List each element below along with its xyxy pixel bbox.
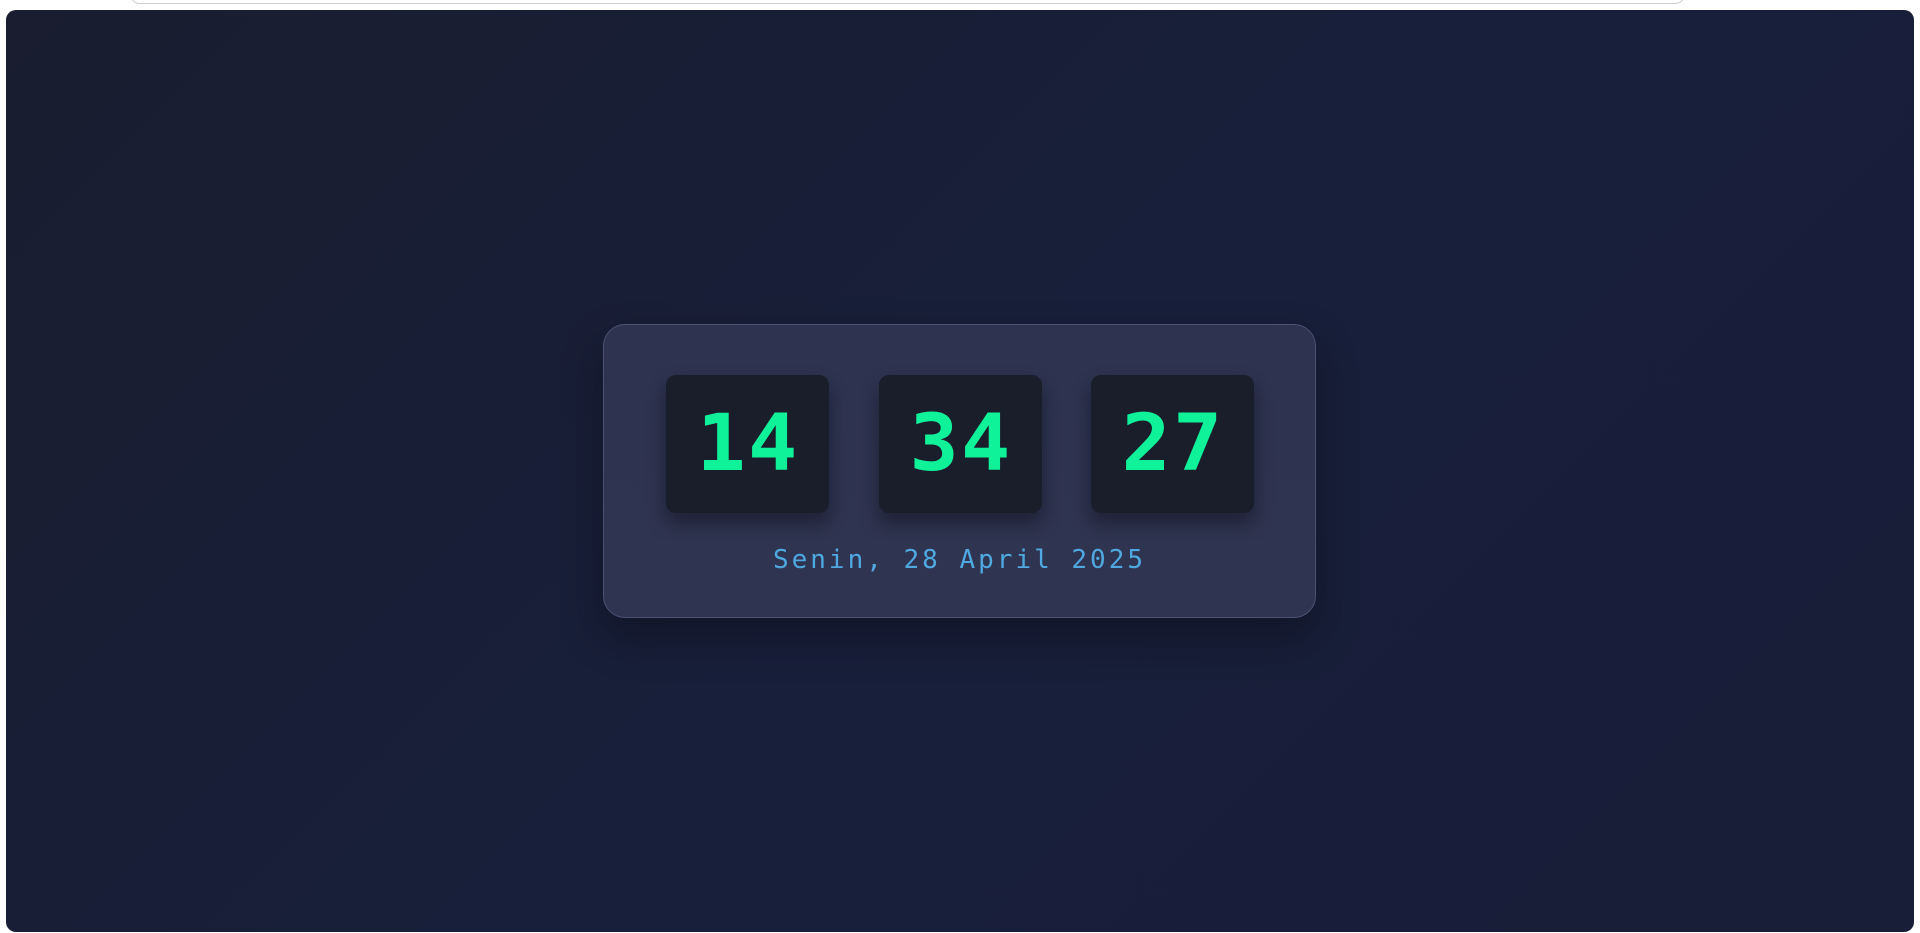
clock-card: 14 34 27 Senin, 28 April 2025 — [603, 324, 1316, 618]
date-label: Senin, 28 April 2025 — [772, 545, 1147, 575]
seconds-value: 27 — [1121, 399, 1224, 489]
minutes-box: 34 — [879, 375, 1042, 513]
browser-top-edge — [130, 0, 1685, 4]
seconds-box: 27 — [1091, 375, 1254, 513]
hours-value: 14 — [696, 399, 799, 489]
minutes-value: 34 — [909, 399, 1012, 489]
hours-box: 14 — [666, 375, 829, 513]
page-viewport: 14 34 27 Senin, 28 April 2025 — [6, 10, 1914, 932]
